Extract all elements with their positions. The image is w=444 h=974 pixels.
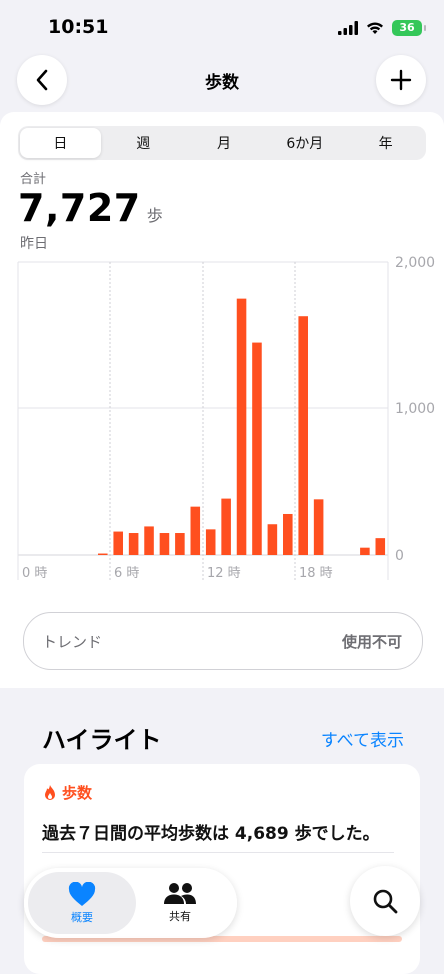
chart-bars	[98, 298, 386, 556]
segment-year[interactable]: 年	[345, 126, 426, 160]
trend-value: 使用不可	[341, 633, 402, 651]
x-tick-0: 0 時	[22, 566, 47, 581]
x-axis-labels: 0 時 6 時 12 時 18 時	[22, 566, 333, 581]
chart-grid	[17, 261, 389, 580]
bar-hour-10	[175, 533, 185, 555]
highlight-tag: 歩数	[42, 782, 92, 803]
bar-hour-23	[375, 538, 386, 555]
total-unit: 歩	[146, 206, 163, 225]
bar-hour-7	[128, 533, 139, 555]
search-icon	[373, 889, 398, 914]
tab-summary-label: 概要	[71, 910, 93, 924]
status-time: 10:51	[48, 16, 109, 38]
x-tick-12: 12 時	[207, 566, 241, 581]
highlight-divider	[42, 852, 394, 853]
bar-hour-22	[360, 547, 370, 556]
add-data-button[interactable]	[376, 55, 426, 105]
segment-6months[interactable]: 6か月	[264, 126, 345, 160]
bar-hour-6	[113, 531, 123, 555]
people-icon	[164, 883, 196, 904]
highlights-title: ハイライト	[42, 726, 162, 754]
flame-icon	[45, 784, 55, 800]
y-tick-2000: 2,000	[395, 255, 435, 271]
bar-hour-18	[298, 316, 308, 555]
tab-summary[interactable]: 概要	[28, 872, 136, 934]
bar-hour-16	[267, 524, 278, 556]
bar-hour-11	[190, 506, 201, 555]
bar-hour-8	[144, 526, 154, 555]
heart-icon	[68, 881, 96, 906]
bar-hour-14	[236, 298, 247, 556]
total-value-row: 7,727 歩	[18, 186, 163, 230]
tab-sharing-label: 共有	[169, 910, 191, 923]
bar-hour-5	[98, 553, 108, 556]
trend-row[interactable]: トレンド 使用不可	[23, 612, 423, 670]
y-tick-0: 0	[395, 548, 404, 564]
total-value: 7,727	[18, 186, 141, 230]
highlight-tag-label: 歩数	[62, 784, 93, 802]
show-all-link[interactable]: すべて表示	[321, 726, 404, 751]
total-label: 合計	[20, 172, 47, 187]
tab-sharing[interactable]: 共有	[130, 872, 230, 934]
highlight-text: 過去７日間の平均歩数は 4,689 歩でした。	[42, 824, 380, 844]
period-segmented-control: 日 週 月 6か月 年	[18, 126, 426, 160]
segment-week[interactable]: 週	[103, 126, 184, 160]
bar-hour-9	[159, 533, 170, 555]
steps-chart[interactable]: 2,000 1,000 0 0 時 6 時 12 時 18 時	[0, 250, 444, 590]
search-button[interactable]	[350, 866, 420, 936]
segment-month[interactable]: 月	[184, 126, 265, 160]
bar-hour-13	[221, 498, 231, 555]
y-axis-labels: 2,000 1,000 0	[395, 255, 435, 564]
bar-hour-12	[205, 529, 216, 555]
y-tick-1000: 1,000	[395, 401, 435, 417]
bar-hour-19	[313, 499, 324, 555]
signal-icon	[338, 21, 358, 35]
battery-indicator: 36	[392, 20, 426, 36]
wifi-icon	[367, 22, 383, 34]
plus-icon	[390, 69, 412, 91]
x-tick-6: 6 時	[114, 566, 139, 581]
bar-hour-15	[252, 342, 262, 555]
status-icons: 36	[338, 18, 426, 38]
bar-hour-17	[283, 513, 293, 555]
x-tick-18: 18 時	[299, 566, 333, 581]
segment-day[interactable]: 日	[20, 128, 101, 158]
trend-label: トレンド	[42, 633, 103, 651]
